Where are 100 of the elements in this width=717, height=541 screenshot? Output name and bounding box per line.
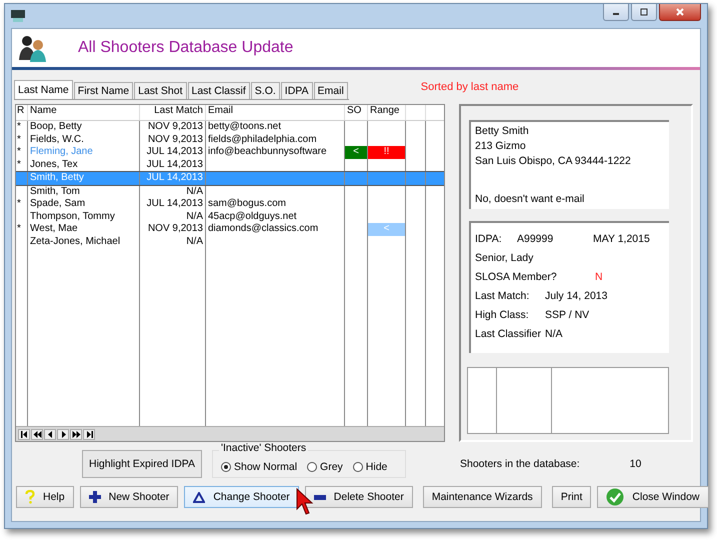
field-label: Last Classifier bbox=[475, 328, 542, 340]
plus-icon bbox=[88, 491, 101, 503]
maximize-icon bbox=[640, 8, 648, 16]
field-label: High Class: bbox=[475, 309, 530, 322]
table-cell: * bbox=[17, 146, 21, 157]
people-icon bbox=[18, 34, 48, 62]
prev-record-button[interactable] bbox=[44, 428, 56, 440]
table-cell: 45acp@oldguys.net bbox=[208, 210, 297, 222]
field-value: N/A bbox=[545, 328, 563, 340]
table-row[interactable]: * Boop, Betty NOV 9,2013 betty@toons.net bbox=[16, 121, 444, 134]
next-record-button[interactable] bbox=[57, 428, 69, 440]
division-text: Senior, Lady bbox=[475, 252, 534, 264]
radio-option[interactable]: Show Normal bbox=[221, 461, 298, 473]
idpa-date: MAY 1,2015 bbox=[593, 233, 650, 246]
table-row[interactable]: * West, Mae NOV 9,2013 diamonds@classics.com < bbox=[16, 223, 444, 236]
table-row[interactable]: Zeta-Jones, Michael N/A bbox=[16, 236, 444, 248]
table-cell: JUL 14,2013 bbox=[146, 146, 203, 157]
table-cell: Smith, Betty bbox=[30, 172, 84, 183]
app-icon bbox=[11, 10, 25, 22]
table-cell: info@beachbunnysoftware bbox=[208, 146, 327, 157]
radio-option[interactable]: Grey bbox=[307, 461, 343, 473]
idpa-label: IDPA: bbox=[475, 233, 503, 246]
table-cell: N/A bbox=[186, 210, 203, 222]
table-cell: * bbox=[17, 198, 21, 209]
table-cell: N/A bbox=[186, 186, 203, 196]
column-header: SO bbox=[345, 105, 368, 120]
window-title: All Shooters Database Update bbox=[78, 39, 294, 57]
email-note: No, doesn't want e-mail bbox=[475, 192, 586, 208]
table-cell: Boop, Betty bbox=[30, 121, 82, 132]
table-cell: diamonds@classics.com bbox=[208, 223, 318, 234]
question-mark-icon bbox=[25, 490, 35, 504]
count-label: Shooters in the database: bbox=[460, 458, 580, 470]
tab[interactable]: Last Classif bbox=[188, 82, 250, 99]
field-value: SSP / NV bbox=[545, 309, 590, 322]
minus-icon bbox=[314, 494, 326, 500]
highlight-button[interactable]: Highlight Expired IDPA bbox=[82, 450, 202, 478]
maximize-button[interactable] bbox=[631, 4, 657, 21]
tab[interactable]: S.O. bbox=[250, 82, 280, 99]
status-cell: < bbox=[368, 223, 406, 236]
radio-option[interactable]: Hide bbox=[352, 461, 388, 473]
column-header: R bbox=[16, 105, 28, 120]
close-icon bbox=[675, 7, 685, 17]
minimize-button[interactable] bbox=[603, 4, 629, 21]
column-header: Name bbox=[28, 105, 140, 120]
table-row[interactable]: * Spade, Sam JUL 14,2013 sam@bogus.com bbox=[16, 198, 444, 210]
status-cell: !! bbox=[368, 146, 406, 158]
table-cell: NOV 9,2013 bbox=[148, 134, 203, 144]
action-button[interactable]: New Shooter bbox=[80, 486, 178, 508]
table-row[interactable]: * Fleming, Jane JUL 14,2013 info@beachbunnysoftware < !! bbox=[16, 146, 444, 158]
action-button[interactable]: Print bbox=[552, 486, 592, 508]
table-cell: JUL 14,2013 bbox=[146, 172, 203, 183]
status-cell: < bbox=[345, 146, 368, 158]
action-button[interactable]: Maintenance Wizards bbox=[422, 486, 542, 508]
table-cell: Smith, Tom bbox=[30, 186, 80, 196]
column-header: Email bbox=[206, 105, 345, 120]
table-cell: West, Mae bbox=[30, 223, 78, 234]
table-cell: * bbox=[17, 134, 21, 144]
tab[interactable]: Last Name bbox=[14, 80, 73, 99]
prev-page-record-button[interactable] bbox=[31, 428, 43, 440]
action-button[interactable]: Help bbox=[16, 486, 74, 508]
action-button[interactable]: Change Shooter bbox=[184, 486, 299, 508]
action-button[interactable]: Close Window bbox=[597, 486, 709, 508]
idpa-number: A99999 bbox=[517, 233, 554, 246]
table-cell: Thompson, Tommy bbox=[30, 210, 115, 222]
address-line: 213 Gizmo bbox=[475, 139, 527, 154]
address-line: San Luis Obispo, CA 93444-1222 bbox=[475, 154, 632, 169]
last-record-button[interactable] bbox=[83, 428, 95, 440]
close-button[interactable] bbox=[659, 4, 701, 21]
table-cell: NOV 9,2013 bbox=[148, 223, 203, 234]
address-line: Betty Smith bbox=[475, 124, 530, 139]
next-page-record-button[interactable] bbox=[70, 428, 82, 440]
tab[interactable]: First Name bbox=[74, 82, 134, 99]
table-cell: betty@toons.net bbox=[208, 121, 281, 132]
table-cell: Fleming, Jane bbox=[30, 146, 93, 157]
first-record-button[interactable] bbox=[18, 428, 30, 440]
field-value: July 14, 2013 bbox=[545, 290, 608, 302]
column-header: Last Match bbox=[140, 105, 206, 120]
table-cell: Zeta-Jones, Michael bbox=[30, 236, 120, 246]
table-cell: Fields, W.C. bbox=[30, 134, 84, 144]
table-cell: NOV 9,2013 bbox=[148, 121, 203, 132]
next-page-icon bbox=[72, 430, 80, 438]
table-cell: JUL 14,2013 bbox=[146, 158, 203, 170]
triangle-icon bbox=[193, 492, 206, 502]
tab[interactable]: Last Shot bbox=[134, 82, 186, 99]
sort-note: Sorted by last name bbox=[420, 81, 519, 95]
table-cell: Jones, Tex bbox=[30, 158, 78, 170]
first-icon bbox=[20, 430, 28, 438]
table-cell: sam@bogus.com bbox=[208, 198, 286, 209]
tab[interactable]: IDPA bbox=[280, 82, 313, 99]
table-row[interactable]: Smith, Tom N/A bbox=[16, 186, 444, 198]
table-cell: N/A bbox=[186, 236, 203, 246]
table-cell: * bbox=[17, 121, 21, 132]
prev-icon bbox=[46, 430, 54, 438]
column-header: Range bbox=[368, 105, 406, 120]
tab[interactable]: Email bbox=[314, 82, 348, 99]
action-button[interactable]: Delete Shooter bbox=[304, 486, 413, 508]
table-cell: fields@philadelphia.com bbox=[208, 134, 317, 144]
group-title: 'Inactive' Shooters bbox=[219, 442, 308, 454]
checkmark-icon bbox=[606, 488, 624, 506]
count-value: 10 bbox=[630, 458, 642, 470]
